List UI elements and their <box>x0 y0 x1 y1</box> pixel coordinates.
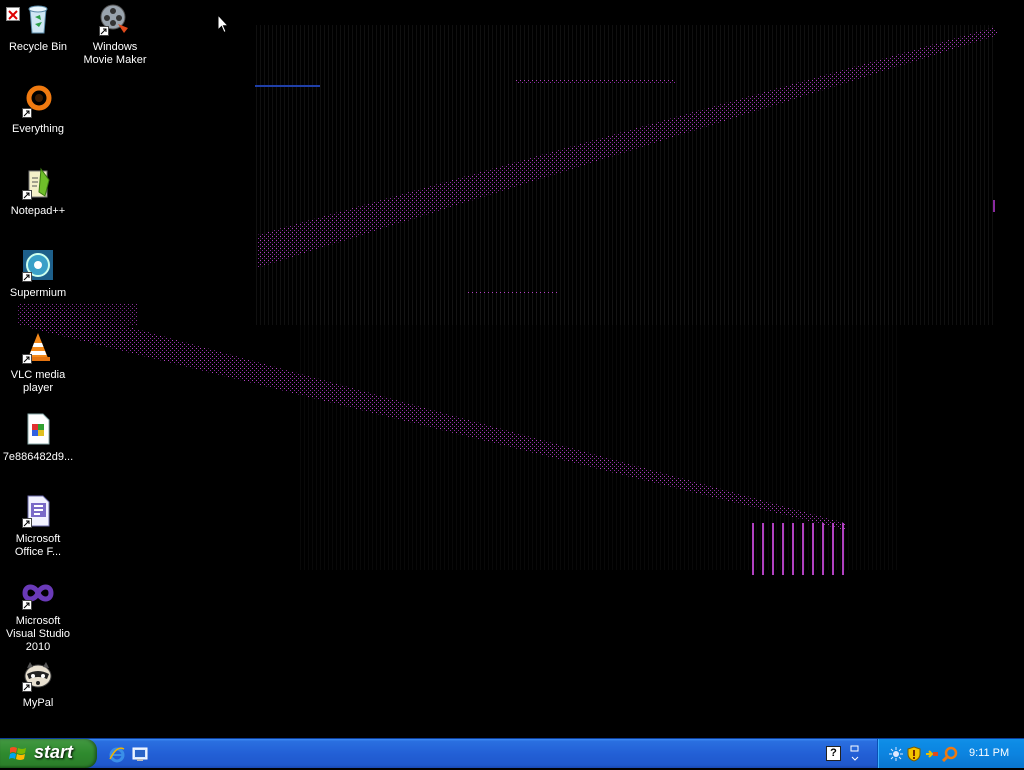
speaker-icon[interactable] <box>924 746 940 762</box>
desktop-icon-movie-maker[interactable]: Windows Movie Maker <box>77 2 153 67</box>
screen-artifacts <box>18 25 998 575</box>
visual-studio-icon <box>21 576 55 610</box>
movie-maker-icon <box>98 2 132 36</box>
desktop-icon-label: Supermium <box>9 287 67 299</box>
desktop-icon-label: Everything <box>12 123 64 135</box>
desktop-icon-office-file[interactable]: Microsoft Office F... <box>0 494 76 559</box>
shortcut-arrow-icon <box>22 518 32 528</box>
notification-overflow-button[interactable] <box>848 743 862 765</box>
desktop-icon-mypal[interactable]: MyPal <box>0 658 76 710</box>
desktop-icon-label: Recycle Bin <box>8 41 68 53</box>
notepad-plus-plus-icon <box>21 166 55 200</box>
everything-search-icon <box>21 84 55 118</box>
windows-logo-icon <box>9 747 26 760</box>
desktop-icon-label: VLC media player <box>10 369 66 394</box>
system-tray: 9:11 PM <box>877 739 1024 768</box>
mouse-cursor-icon <box>217 14 229 34</box>
image-file-icon <box>21 412 55 446</box>
start-label: start <box>34 742 74 762</box>
security-shield-icon[interactable] <box>906 746 922 762</box>
office-file-icon <box>21 494 55 528</box>
clock[interactable]: 9:11 PM <box>969 747 1009 759</box>
search-icon[interactable] <box>942 746 958 762</box>
desktop[interactable]: Recycle Bin Windows Movie Maker Everythi… <box>0 0 1024 738</box>
shortcut-arrow-icon <box>22 190 32 200</box>
shortcut-arrow-icon <box>22 600 32 610</box>
shortcut-arrow-icon <box>22 682 32 692</box>
supermium-browser-icon <box>21 248 55 282</box>
shortcut-arrow-icon <box>22 272 32 282</box>
desktop-icon-recycle-bin[interactable]: Recycle Bin <box>0 2 76 54</box>
desktop-icon-label: Microsoft Office F... <box>14 533 62 558</box>
desktop-icon-vlc[interactable]: VLC media player <box>0 330 76 395</box>
shortcut-arrow-icon <box>99 26 109 36</box>
desktop-icon-image-file[interactable]: 7e886482d9... <box>0 412 76 464</box>
desktop-icon-notepad-plus-plus[interactable]: Notepad++ <box>0 166 76 218</box>
start-button[interactable]: start <box>0 739 97 768</box>
mypal-raccoon-icon <box>21 658 55 692</box>
taskbar: start ? 9:11 PM <box>0 738 1024 768</box>
desktop-icon-visual-studio[interactable]: Microsoft Visual Studio 2010 <box>0 576 76 654</box>
desktop-icon-supermium[interactable]: Supermium <box>0 248 76 300</box>
desktop-icon-label: Windows Movie Maker <box>83 41 147 66</box>
network-icon[interactable] <box>888 746 904 762</box>
desktop-icon-label: MyPal <box>22 697 54 709</box>
vlc-cone-icon <box>21 330 55 364</box>
desktop-icon-label: Notepad++ <box>10 205 66 217</box>
desktop-icon-label: Microsoft Visual Studio 2010 <box>5 615 70 653</box>
show-desktop-icon[interactable] <box>131 745 149 763</box>
shortcut-arrow-icon <box>22 354 32 364</box>
desktop-icon-label: 7e886482d9... <box>2 451 74 463</box>
desktop-icon-everything[interactable]: Everything <box>0 84 76 136</box>
help-icon[interactable]: ? <box>826 746 841 761</box>
internet-explorer-icon[interactable] <box>108 745 126 763</box>
shortcut-arrow-icon <box>22 108 32 118</box>
recycle-bin-icon <box>21 2 55 36</box>
